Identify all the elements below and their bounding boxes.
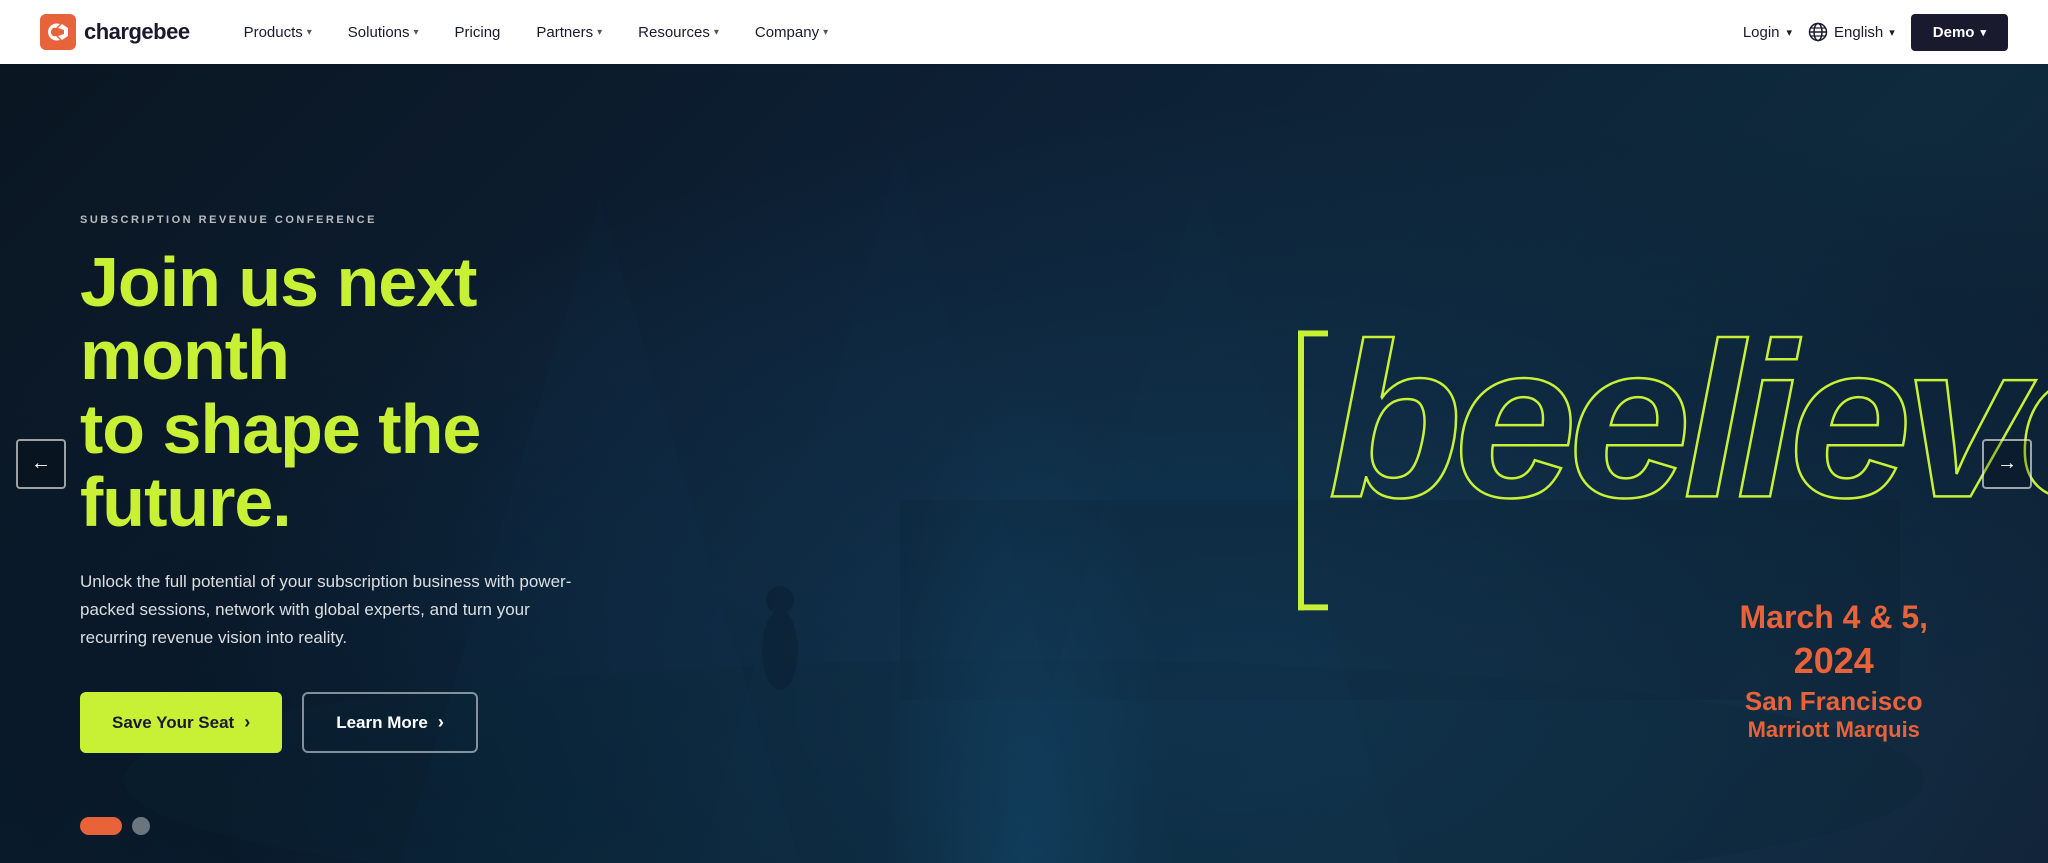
chevron-down-icon: ▾: [307, 27, 312, 38]
event-city: San Francisco: [1739, 686, 1928, 717]
hero-description: Unlock the full potential of your subscr…: [80, 568, 600, 652]
hero-title: Join us next month to shape the future.: [80, 246, 620, 540]
carousel-dot-1[interactable]: [80, 817, 122, 835]
arrow-right-icon: →: [1997, 452, 2017, 475]
event-venue: Marriott Marquis: [1739, 717, 1928, 743]
save-your-seat-button[interactable]: Save Your Seat ›: [80, 692, 282, 753]
event-year: 2024: [1739, 640, 1928, 682]
hero-buttons: Save Your Seat › Learn More ›: [80, 692, 620, 753]
carousel-prev-button[interactable]: ←: [16, 439, 66, 489]
event-info: March 4 & 5, 2024 San Francisco Marriott…: [1739, 599, 1928, 743]
arrow-right-icon: ›: [244, 712, 250, 733]
carousel-next-button[interactable]: →: [1982, 439, 2032, 489]
chevron-down-icon: ▾: [597, 27, 602, 38]
nav-link-products[interactable]: Products ▾: [230, 16, 326, 49]
learn-more-button[interactable]: Learn More ›: [302, 692, 478, 753]
nav-right: Login ▾ English ▾ Demo ▾: [1743, 14, 2008, 51]
login-button[interactable]: Login ▾: [1743, 24, 1792, 41]
nav-link-solutions[interactable]: Solutions ▾: [334, 16, 433, 49]
event-date: March 4 & 5,: [1739, 599, 1928, 636]
navbar: chargebee Products ▾ Solutions ▾ Pricing…: [0, 0, 2048, 64]
nav-link-company[interactable]: Company ▾: [741, 16, 842, 49]
beelieve-graphic: beelieve: [1328, 310, 2048, 630]
logo-text: chargebee: [84, 19, 190, 45]
language-selector[interactable]: English ▾: [1808, 22, 1895, 42]
arrow-right-icon: ›: [438, 712, 444, 733]
bracket-accent: [1268, 330, 1328, 610]
carousel-dots: [80, 817, 150, 835]
nav-link-partners[interactable]: Partners ▾: [522, 16, 616, 49]
demo-button[interactable]: Demo ▾: [1911, 14, 2008, 51]
nav-link-resources[interactable]: Resources ▾: [624, 16, 733, 49]
beelieve-text: beelieve: [1328, 310, 2048, 530]
logo-link[interactable]: chargebee: [40, 14, 190, 50]
chevron-down-icon: ▾: [714, 27, 719, 38]
chevron-down-icon: ▾: [1980, 26, 1986, 39]
chevron-down-icon: ▾: [1787, 26, 1793, 39]
arrow-left-icon: ←: [31, 452, 51, 475]
chevron-down-icon: ▾: [1889, 26, 1895, 39]
hero-content: Subscription Revenue Conference Join us …: [0, 134, 700, 793]
nav-link-pricing[interactable]: Pricing: [441, 16, 515, 49]
carousel-dot-2[interactable]: [132, 817, 150, 835]
globe-icon: [1808, 22, 1828, 42]
hero-subtitle: Subscription Revenue Conference: [80, 214, 620, 226]
hero-section: Subscription Revenue Conference Join us …: [0, 0, 2048, 863]
chargebee-logo-icon: [40, 14, 76, 50]
chevron-down-icon: ▾: [414, 27, 419, 38]
nav-links: Products ▾ Solutions ▾ Pricing Partners …: [230, 16, 1743, 49]
chevron-down-icon: ▾: [823, 27, 828, 38]
